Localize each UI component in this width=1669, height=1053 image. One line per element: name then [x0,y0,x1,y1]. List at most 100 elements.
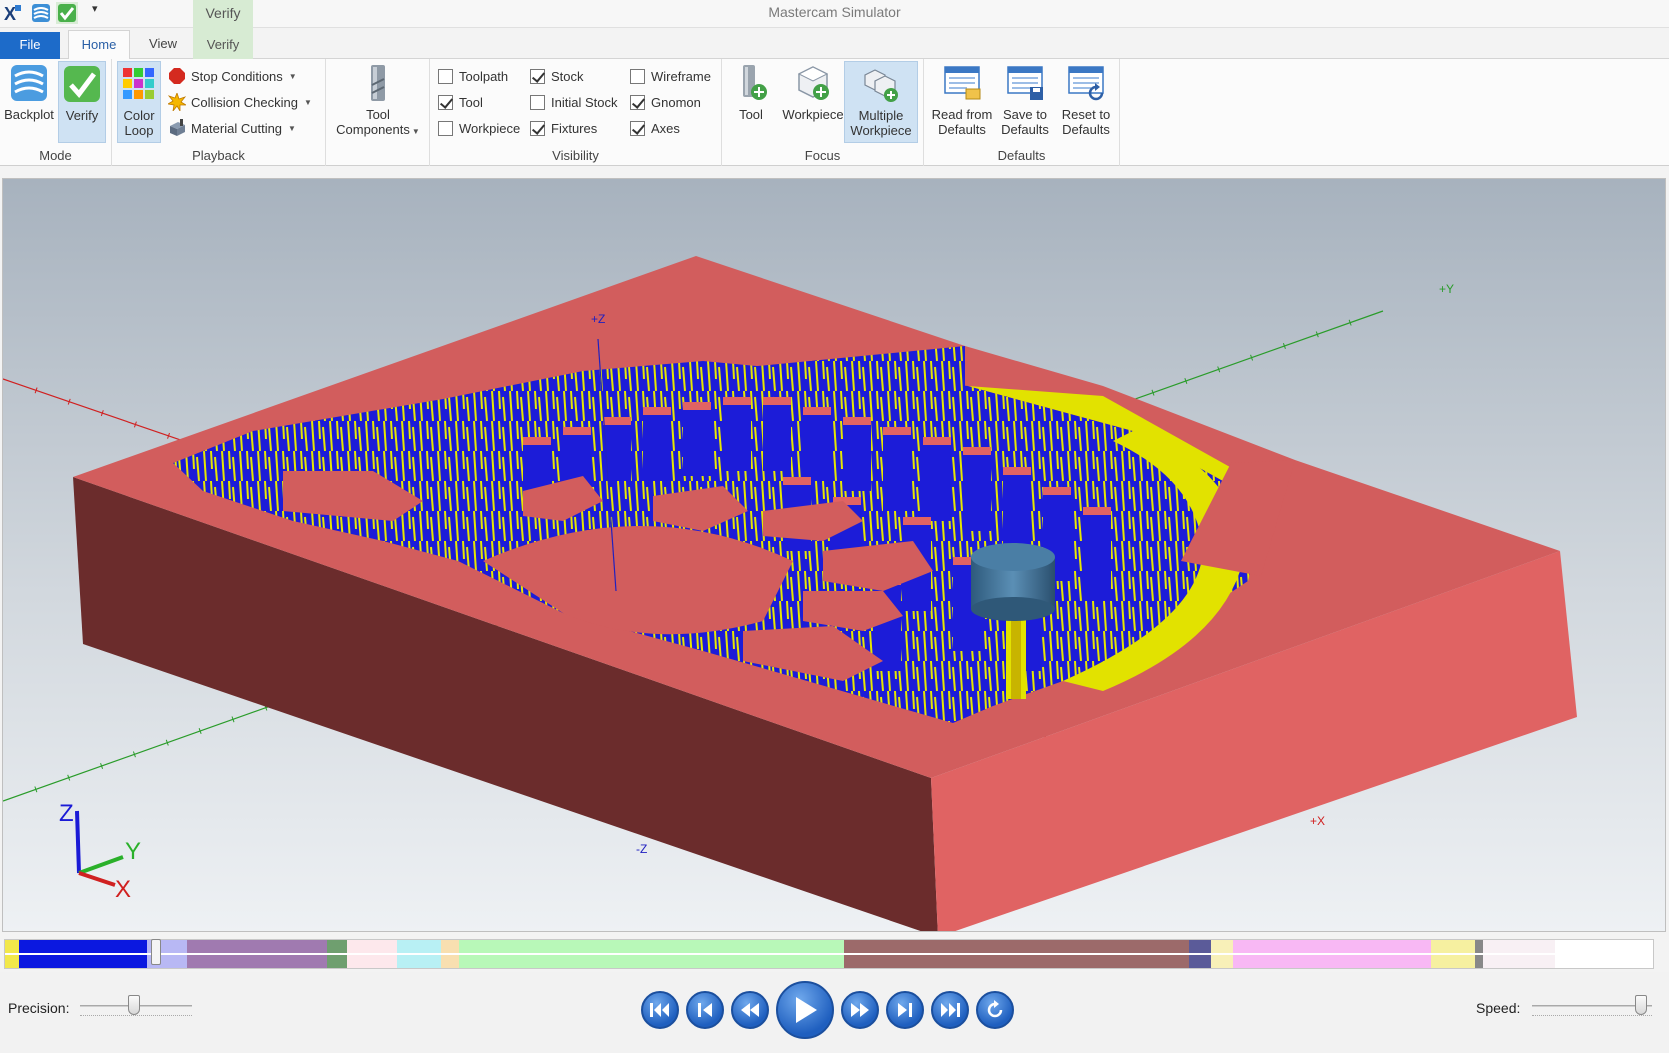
focus-tool-button[interactable]: Tool [728,61,774,133]
verify-button[interactable]: Verify [58,61,106,143]
axis-label-minus-z: -Z [636,842,647,856]
rewind-button[interactable] [731,991,769,1029]
skip-to-end-button[interactable] [931,991,969,1029]
material-cutting-button[interactable]: Material Cutting ▼ [168,117,296,139]
simulation-scene[interactable]: +Y +Z +X -Z Z Y X [3,179,1666,932]
focus-multiple-workpiece-label: Multiple Workpiece [850,108,912,138]
gnomon-label: Gnomon [651,94,701,110]
axis-label-plus-x: +X [1310,814,1325,828]
timeline-scrubber-handle[interactable] [151,939,161,965]
save-to-defaults-button[interactable]: Save to Defaults [996,61,1054,143]
fast-forward-button[interactable] [841,991,879,1029]
reset-to-defaults-button[interactable]: Reset to Defaults [1056,61,1116,143]
gnomon-checkbox[interactable]: Gnomon [630,91,701,113]
precision-slider[interactable] [80,993,192,1023]
step-back-icon [698,1003,712,1017]
tab-view[interactable]: View [138,30,188,59]
precision-label: Precision: [8,1000,70,1016]
step-forward-icon [898,1003,912,1017]
save-defaults-icon [1005,63,1045,103]
stock-checkbox[interactable]: Stock [530,65,584,87]
fixtures-label: Fixtures [551,120,598,136]
wireframe-label: Wireframe [651,68,711,84]
material-block-icon [170,119,185,136]
collision-checking-button[interactable]: Collision Checking ▼ [168,91,312,113]
material-cutting-label: Material Cutting [191,120,283,136]
stop-conditions-button[interactable]: Stop Conditions ▼ [168,65,297,87]
color-loop-label: Color Loop [123,108,155,138]
backplot-icon [9,63,49,103]
read-from-defaults-button[interactable]: Read from Defaults [930,61,994,143]
chevron-down-icon: ▼ [288,123,296,133]
multiple-workpiece-icon [861,64,901,104]
tool-components-label: Tool Components [336,107,410,137]
group-tool-components: Tool Components ▼ [326,59,430,166]
timeline-track [5,953,1653,955]
tool-components-button[interactable]: Tool Components ▼ [330,61,426,143]
speed-slider-knob[interactable] [1635,995,1647,1015]
step-back-button[interactable] [686,991,724,1029]
collision-checking-label: Collision Checking [191,94,298,110]
simulation-viewport[interactable]: +Y +Z +X -Z Z Y X [2,178,1666,932]
axes-label: Axes [651,120,680,136]
toolpath-timeline[interactable] [4,939,1654,969]
precision-slider-knob[interactable] [128,995,140,1015]
skip-to-end-icon [941,1003,960,1017]
stop-sign-icon [169,68,185,84]
title-bar: X ▾ Verify Mastercam Simulator [0,0,1669,28]
checkbox-box[interactable] [530,94,545,110]
gnomon-z-label: Z [59,800,74,827]
tool-checkbox[interactable]: Tool [438,91,483,113]
focus-workpiece-button[interactable]: Workpiece [776,61,850,133]
fast-forward-icon [851,1003,869,1017]
checkbox-box[interactable] [530,120,545,136]
toolpath-checkbox[interactable]: Toolpath [438,65,508,87]
workpiece-label: Workpiece [459,120,521,136]
backplot-button[interactable]: Backplot [2,61,56,133]
group-focus-label: Focus [804,148,841,163]
checkbox-box[interactable] [630,94,645,110]
tab-home[interactable]: Home [68,30,130,60]
wireframe-checkbox[interactable]: Wireframe [630,65,711,87]
fixtures-checkbox[interactable]: Fixtures [530,117,597,139]
axes-checkbox[interactable]: Axes [630,117,680,139]
play-button[interactable] [776,981,834,1039]
gnomon-x-label: X [115,876,131,903]
group-mode: Backplot Verify Mode [0,59,112,166]
checkbox-box[interactable] [530,68,545,84]
tab-verify[interactable]: Verify [193,28,253,59]
loop-icon [987,1000,1003,1018]
speed-label: Speed: [1476,1000,1521,1016]
toolpath-label: Toolpath [459,68,509,84]
window-title: Mastercam Simulator [768,4,901,20]
tool-label: Tool [459,94,483,110]
speed-slider[interactable] [1532,993,1652,1023]
skip-to-start-button[interactable] [641,991,679,1029]
workpiece-checkbox[interactable]: Workpiece [438,117,520,139]
verify-label: Verify [65,108,99,123]
checkbox-box[interactable] [438,94,453,110]
focus-workpiece-label: Workpiece [782,107,844,122]
step-forward-button[interactable] [886,991,924,1029]
checkbox-box[interactable] [438,120,453,136]
focus-multiple-workpiece-button[interactable]: Multiple Workpiece [844,61,918,143]
save-to-defaults-label: Save to Defaults [1001,107,1049,137]
checkbox-box[interactable] [630,68,645,84]
playback-bar: Precision: Speed: [0,972,1669,1053]
axis-label-plus-y: +Y [1439,282,1454,296]
backplot-label: Backplot [4,107,54,122]
tool-focus-icon [731,63,771,103]
tab-file[interactable]: File [0,32,60,59]
chevron-down-icon: ▼ [288,71,297,81]
skip-to-start-icon [650,1003,669,1017]
loop-button[interactable] [976,991,1014,1029]
play-icon [796,997,817,1023]
color-loop-button[interactable]: Color Loop [117,61,161,143]
initial-stock-checkbox[interactable]: Initial Stock [530,91,617,113]
group-playback-label: Playback [192,148,245,163]
chevron-down-icon: ▼ [303,97,312,107]
reset-defaults-icon [1066,63,1106,103]
focus-tool-label: Tool [739,107,763,122]
checkbox-box[interactable] [438,68,453,84]
checkbox-box[interactable] [630,120,645,136]
